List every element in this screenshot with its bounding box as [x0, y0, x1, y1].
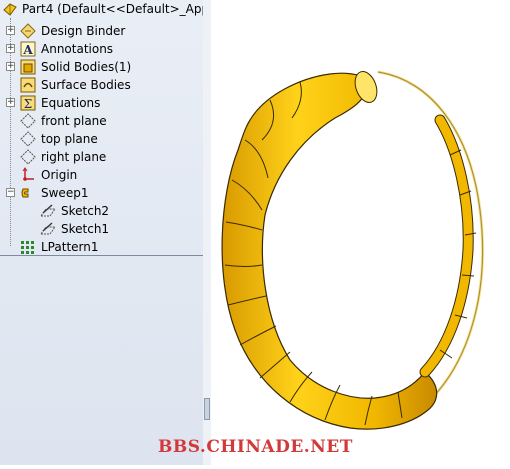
tree-item-label: Annotations: [41, 42, 114, 56]
graphics-viewport[interactable]: [211, 0, 510, 465]
svg-text:A: A: [22, 43, 33, 57]
plane-icon: [20, 149, 36, 165]
tree-item-label: front plane: [41, 114, 107, 128]
tree-item-sketch2[interactable]: Sketch2: [0, 202, 203, 220]
tree-end-divider: [0, 255, 203, 256]
tree-item-annotations[interactable]: + A Annotations: [0, 40, 203, 58]
tree-item-design-binder[interactable]: + Design Binder: [0, 22, 203, 40]
tree-item-sketch1[interactable]: Sketch1: [0, 220, 203, 238]
tree-item-right-plane[interactable]: right plane: [0, 148, 203, 166]
collapse-toggle[interactable]: −: [6, 188, 15, 197]
feature-manager-tree: Part4 (Default<<Default>_App + Design Bi…: [0, 0, 209, 465]
tree-item-label: Sweep1: [41, 186, 89, 200]
part-icon: [3, 3, 17, 16]
equations-icon: Σ: [20, 95, 36, 111]
sketch-icon: [40, 222, 56, 235]
part-title: Part4 (Default<<Default>_App: [22, 2, 210, 16]
tree-item-front-plane[interactable]: front plane: [0, 112, 203, 130]
expand-toggle[interactable]: +: [6, 44, 15, 53]
tree-item-label: Origin: [41, 168, 78, 182]
origin-icon: [22, 167, 34, 181]
sweep-icon: [21, 188, 29, 198]
expand-toggle[interactable]: +: [6, 98, 15, 107]
tree-item-label: Sketch1: [61, 222, 110, 236]
tree-item-solid-bodies[interactable]: + Solid Bodies(1): [0, 58, 203, 76]
swept-ring-model[interactable]: [211, 0, 510, 465]
tree-item-label: top plane: [41, 132, 98, 146]
tree-root-part[interactable]: Part4 (Default<<Default>_App: [0, 0, 209, 18]
tree-item-origin[interactable]: Origin: [0, 166, 203, 184]
tree-item-lpattern1[interactable]: LPattern1: [0, 238, 203, 256]
tree-item-label: Sketch2: [61, 204, 110, 218]
tree-item-label: LPattern1: [41, 240, 99, 254]
watermark-text: BBS.CHINADE.NET: [158, 437, 353, 457]
tree-item-label: Design Binder: [41, 24, 126, 38]
tree-item-label: right plane: [41, 150, 107, 164]
tree-item-top-plane[interactable]: top plane: [0, 130, 203, 148]
expand-toggle[interactable]: +: [6, 26, 15, 35]
tree-item-label: Solid Bodies(1): [41, 60, 132, 74]
sketch-icon: [40, 204, 56, 217]
plane-icon: [20, 131, 36, 147]
solid-bodies-icon: [20, 59, 36, 75]
linear-pattern-icon: [21, 241, 34, 254]
tree-item-label: Equations: [41, 96, 101, 110]
expand-toggle[interactable]: +: [6, 62, 15, 71]
surface-bodies-icon: [20, 77, 36, 93]
plane-icon: [20, 113, 36, 129]
panel-splitter[interactable]: [203, 0, 211, 465]
tree-item-surface-bodies[interactable]: Surface Bodies: [0, 76, 203, 94]
splitter-handle-icon[interactable]: [204, 398, 210, 420]
tree-item-sweep1[interactable]: − Sweep1: [0, 184, 203, 202]
ring-tube-body: [221, 72, 438, 430]
design-binder-icon: [20, 23, 36, 39]
annotations-icon: A: [20, 41, 36, 57]
svg-text:Σ: Σ: [24, 97, 32, 111]
tree-item-equations[interactable]: + Σ Equations: [0, 94, 203, 112]
tree-item-label: Surface Bodies: [41, 78, 131, 92]
